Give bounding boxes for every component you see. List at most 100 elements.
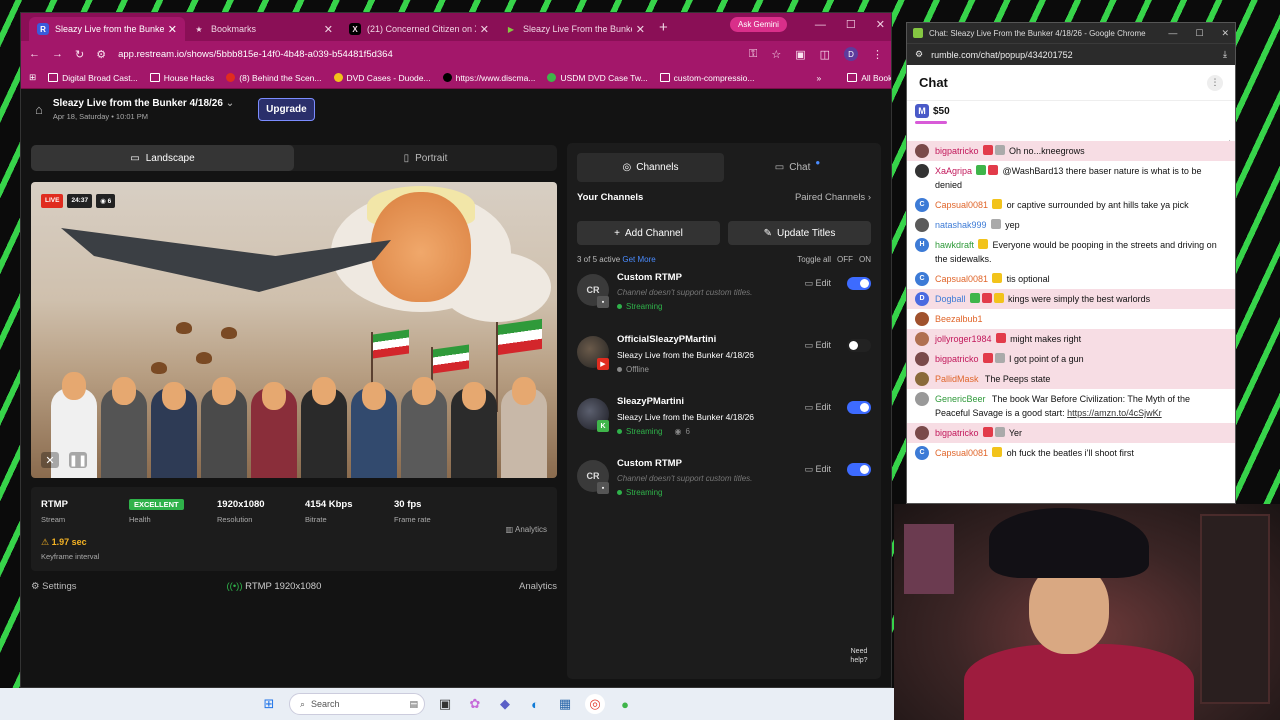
taskbar-search[interactable]: ⌕ Search ▤ bbox=[289, 693, 425, 715]
minimize-icon[interactable]: — bbox=[815, 19, 826, 31]
app-icon[interactable]: ● bbox=[615, 694, 635, 714]
user-avatar[interactable]: D bbox=[915, 292, 929, 306]
home-icon[interactable]: ⌂ bbox=[35, 102, 43, 117]
upgrade-button[interactable]: Upgrade bbox=[258, 97, 315, 121]
user-avatar[interactable] bbox=[915, 352, 929, 366]
close-icon[interactable]: ✕ bbox=[480, 23, 489, 36]
windows-start-icon[interactable]: ⊞ bbox=[259, 694, 279, 714]
rant-pinned[interactable]: M $50 bbox=[907, 101, 1235, 121]
maximize-icon[interactable]: ☐ bbox=[846, 18, 856, 31]
channel-toggle[interactable] bbox=[847, 463, 871, 476]
user-avatar[interactable]: C bbox=[915, 446, 929, 460]
site-info-icon[interactable]: ⚙ bbox=[915, 49, 923, 60]
edit-button[interactable]: ▭ Edit bbox=[804, 340, 831, 351]
extensions-icon[interactable]: ▣ bbox=[795, 48, 805, 61]
bookmark-item[interactable]: custom-compressio... bbox=[659, 73, 754, 83]
chat-username[interactable]: XaAgripa bbox=[935, 166, 972, 176]
pause-icon[interactable]: ❚❚ bbox=[69, 452, 87, 468]
chat-username[interactable]: jollyroger1984 bbox=[935, 334, 992, 344]
analytics-link[interactable]: ▥ Analytics bbox=[506, 525, 547, 534]
chat-username[interactable]: bigpatricko bbox=[935, 428, 979, 438]
chat-username[interactable]: bigpatricko bbox=[935, 146, 979, 156]
edit-button[interactable]: ▭ Edit bbox=[804, 402, 831, 413]
chat-username[interactable]: Dogball bbox=[935, 294, 966, 304]
back-icon[interactable]: ← bbox=[29, 48, 40, 60]
channel-toggle[interactable] bbox=[847, 277, 871, 290]
update-titles-button[interactable]: ✎ Update Titles bbox=[728, 221, 871, 245]
tab-restream[interactable]: R Sleazy Live from the Bunker 4/1 ✕ bbox=[29, 17, 185, 41]
chat-url[interactable]: rumble.com/chat/popup/434201752 bbox=[931, 50, 1073, 60]
edit-button[interactable]: ▭ Edit bbox=[804, 464, 831, 475]
tab-channels[interactable]: ◎ Channels bbox=[577, 153, 724, 182]
more-icon[interactable]: ⋮ bbox=[1207, 74, 1223, 91]
chat-username[interactable]: natashak999 bbox=[935, 220, 987, 230]
edge-icon[interactable]: ◐ bbox=[525, 694, 545, 714]
chat-username[interactable]: Capsual0081 bbox=[935, 200, 988, 210]
toggle-off-button[interactable]: OFF bbox=[837, 255, 853, 264]
close-window-icon[interactable]: ✕ bbox=[876, 18, 885, 31]
user-avatar[interactable] bbox=[915, 372, 929, 386]
site-info-icon[interactable]: ⚙ bbox=[96, 48, 106, 61]
bookmark-star-icon[interactable]: ☆ bbox=[771, 48, 781, 61]
user-avatar[interactable]: C bbox=[915, 198, 929, 212]
bookmark-item[interactable]: (8) Behind the Scen... bbox=[226, 73, 322, 83]
menu-icon[interactable]: ⋮ bbox=[872, 48, 883, 61]
tab-chat[interactable]: ▭ Chat ● bbox=[724, 153, 871, 182]
url-field[interactable]: app.restream.io/shows/5bbb815e-14f0-4b48… bbox=[118, 49, 737, 60]
bookmark-item[interactable]: USDM DVD Case Tw... bbox=[547, 73, 648, 83]
chat-username[interactable]: Capsual0081 bbox=[935, 274, 988, 284]
download-icon[interactable]: ⤓ bbox=[1223, 49, 1227, 60]
more-bookmarks-icon[interactable]: » bbox=[816, 73, 821, 83]
close-icon[interactable]: ✕ bbox=[636, 23, 645, 36]
close-icon[interactable]: ✕ bbox=[168, 23, 177, 36]
new-tab-button[interactable]: + bbox=[659, 19, 668, 36]
store-icon[interactable]: ▦ bbox=[555, 694, 575, 714]
reload-icon[interactable]: ↻ bbox=[75, 48, 84, 61]
channel-toggle[interactable] bbox=[847, 339, 871, 352]
chat-username[interactable]: Beezalbub1 bbox=[935, 314, 983, 324]
tab-search-icon[interactable]: ◫ bbox=[820, 48, 830, 61]
apps-icon[interactable]: ⊞ bbox=[29, 72, 36, 83]
maximize-icon[interactable]: ☐ bbox=[1195, 28, 1203, 39]
message-link[interactable]: https://amzn.to/4cSjwKr bbox=[1067, 408, 1162, 418]
close-window-icon[interactable]: ✕ bbox=[1221, 28, 1229, 39]
show-info[interactable]: Sleazy Live from the Bunker 4/18/26 ⌄ Ap… bbox=[53, 98, 234, 121]
get-more-link[interactable]: Get More bbox=[622, 255, 655, 264]
user-avatar[interactable]: C bbox=[915, 272, 929, 286]
chat-username[interactable]: bigpatricko bbox=[935, 354, 979, 364]
minimize-icon[interactable]: — bbox=[1168, 28, 1177, 39]
chat-username[interactable]: PallidMask bbox=[935, 374, 979, 384]
gemini-button[interactable]: Ask Gemini bbox=[730, 17, 787, 32]
tab-bookmarks[interactable]: ★ Bookmarks ✕ bbox=[185, 17, 341, 41]
chat-username[interactable]: hawkdraft bbox=[935, 240, 974, 250]
forward-icon[interactable]: → bbox=[52, 48, 63, 60]
user-avatar[interactable] bbox=[915, 164, 929, 178]
paired-channels-link[interactable]: Paired Channels › bbox=[795, 192, 871, 203]
add-channel-button[interactable]: + Add Channel bbox=[577, 221, 720, 245]
stream-preview[interactable]: LIVE 24:37 ◉ 6 ✕ ❚❚ bbox=[31, 182, 557, 478]
user-avatar[interactable] bbox=[915, 144, 929, 158]
chrome-icon[interactable]: ◎ bbox=[585, 694, 605, 714]
user-avatar[interactable] bbox=[915, 392, 929, 406]
profile-avatar[interactable]: D bbox=[844, 47, 858, 61]
teams-icon[interactable]: ◆ bbox=[495, 694, 515, 714]
bookmark-item[interactable]: House Hacks bbox=[149, 73, 214, 83]
user-avatar[interactable]: H bbox=[915, 238, 929, 252]
portrait-button[interactable]: ▯ Portrait bbox=[294, 145, 557, 171]
bookmark-item[interactable]: DVD Cases - Duode... bbox=[333, 73, 431, 83]
copilot-icon[interactable]: ✿ bbox=[465, 694, 485, 714]
landscape-button[interactable]: ▭ Landscape bbox=[31, 145, 294, 171]
analytics-button[interactable]: Analytics bbox=[519, 581, 557, 592]
chat-username[interactable]: Capsual0081 bbox=[935, 448, 988, 458]
mute-icon[interactable]: ✕ bbox=[41, 452, 59, 468]
edit-button[interactable]: ▭ Edit bbox=[804, 278, 831, 289]
task-view-icon[interactable]: ▣ bbox=[435, 694, 455, 714]
toggle-on-button[interactable]: ON bbox=[859, 255, 871, 264]
key-icon[interactable]: ⚿ bbox=[749, 48, 757, 61]
tab-x[interactable]: X (21) Concerned Citizen on X: ✕ bbox=[341, 17, 497, 41]
user-avatar[interactable] bbox=[915, 332, 929, 346]
bookmark-item[interactable]: Digital Broad Cast... bbox=[48, 73, 138, 83]
settings-button[interactable]: ⚙ Settings bbox=[31, 581, 77, 592]
tab-rumble[interactable]: ▶ Sleazy Live From the Bunker 4/ ✕ bbox=[497, 17, 653, 41]
chat-username[interactable]: GenericBeer bbox=[935, 394, 986, 404]
